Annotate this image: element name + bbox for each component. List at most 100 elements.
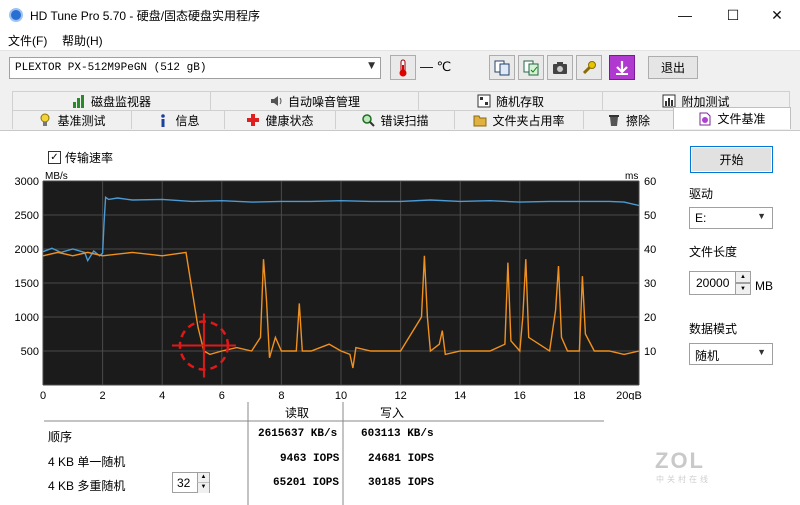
y-left-tick-label: 1500: [15, 278, 39, 290]
file-length-stepper[interactable]: ▲ ▼: [735, 271, 751, 295]
screenshot-button[interactable]: [547, 55, 573, 80]
tab-error-scan[interactable]: 错误扫描: [335, 110, 455, 129]
folder-icon: [473, 115, 487, 127]
copy-all-button[interactable]: [518, 55, 544, 80]
chevron-down-icon: ▼: [757, 347, 766, 357]
chevron-down-icon: ▼: [757, 211, 766, 221]
start-button[interactable]: 开始: [690, 146, 773, 173]
tab-disk-monitor[interactable]: 磁盘监视器: [12, 91, 211, 110]
checkbox-label: 传输速率: [65, 151, 114, 165]
right-axis-unit: ms: [625, 171, 638, 182]
sequential-write-value: 603113 KB/s: [361, 428, 434, 440]
x-tick-label: 10: [335, 390, 347, 400]
health-cross-icon: [247, 114, 260, 126]
options-button[interactable]: [576, 55, 602, 80]
file-benchmark-icon: [699, 112, 711, 125]
sequential-read-value: 2615637 KB/s: [258, 428, 338, 440]
y-left-tick-label: 500: [21, 346, 39, 358]
tab-label: 信息: [175, 113, 200, 128]
menu-help[interactable]: 帮助(H): [62, 32, 103, 49]
tab-label: 随机存取: [495, 94, 544, 109]
y-right-tick-label: 10: [644, 346, 656, 358]
title-bar: HD Tune Pro 5.70 - 硬盘/固态硬盘实用程序 — ☐ ✕: [0, 0, 800, 30]
checkbox-box[interactable]: ✓: [48, 151, 61, 164]
x-tick-label: 12: [394, 390, 406, 400]
4kb-multiple-write-value: 30185 IOPS: [368, 477, 435, 489]
x-tick-label: 4: [159, 390, 165, 400]
data-mode-label: 数据模式: [689, 322, 738, 336]
thermometer-icon: [399, 59, 407, 76]
x-tick-label: 6: [219, 390, 225, 400]
chevron-down-icon: ▼: [368, 61, 375, 71]
tab-health[interactable]: 健康状态: [224, 110, 336, 129]
maximize-button[interactable]: ☐: [710, 0, 756, 30]
copy-all-icon: [523, 60, 539, 75]
save-button[interactable]: [609, 55, 635, 80]
exit-button[interactable]: 退出: [648, 56, 698, 79]
tab-label: 基准测试: [57, 113, 106, 128]
drive-label: 驱动: [689, 187, 714, 201]
temperature-button[interactable]: [390, 55, 416, 80]
stepper-down-arrow-icon[interactable]: ▼: [735, 283, 751, 295]
trash-icon: [608, 115, 619, 126]
bar-chart-icon: [72, 95, 84, 108]
x-tick-label: 16: [514, 390, 526, 400]
tab-label: 擦除: [625, 113, 650, 128]
row-label-4kb-multiple: 4 KB 多重随机: [48, 479, 126, 493]
magnifier-icon: [362, 114, 376, 127]
menu-file[interactable]: 文件(F): [8, 32, 47, 49]
tab-info[interactable]: 信息: [131, 110, 225, 129]
stepper-down-arrow-icon[interactable]: ▼: [197, 483, 209, 493]
tab-label: 错误扫描: [380, 113, 429, 128]
drive-select[interactable]: PLEXTOR PX-512M9PeGN (512 gB) ▼: [9, 57, 381, 79]
data-mode-value: 随机: [695, 349, 720, 363]
write-header: 写入: [380, 406, 405, 420]
row-label-4kb-single: 4 KB 单一随机: [48, 455, 126, 469]
y-left-tick-label: 1000: [15, 312, 39, 324]
data-mode-select[interactable]: 随机 ▼: [689, 343, 773, 365]
read-header: 读取: [285, 406, 310, 420]
copy-text-button[interactable]: [489, 55, 515, 80]
tab-label: 文件夹占用率: [492, 113, 565, 128]
queue-depth-value: 32: [177, 476, 191, 490]
tab-random-access[interactable]: 随机存取: [418, 91, 603, 110]
queue-depth-stepper[interactable]: 32 ▲ ▼: [172, 472, 210, 493]
stepper-up-arrow-icon[interactable]: ▲: [735, 271, 751, 283]
tab-file-benchmark[interactable]: 文件基准: [673, 107, 791, 129]
drive-letter-value: E:: [695, 211, 707, 225]
copy-icon: [494, 60, 510, 75]
x-tick-label: 18: [573, 390, 585, 400]
tab-label: 自动噪音管理: [287, 94, 360, 109]
tab-label: 磁盘监视器: [90, 94, 151, 109]
tab-label: 健康状态: [265, 113, 314, 128]
x-tick-label: 0: [40, 390, 46, 400]
y-right-tick-label: 30: [644, 278, 656, 290]
close-button[interactable]: ✕: [754, 0, 800, 30]
app-icon: [9, 8, 23, 22]
tab-folder-usage[interactable]: 文件夹占用率: [454, 110, 584, 129]
benchmark-chart: MB/s ms3000250020001500100050060504030201…: [15, 171, 657, 400]
speaker-icon: [270, 96, 282, 106]
camera-icon: [553, 61, 567, 74]
random-access-icon: [477, 94, 491, 108]
info-icon: [161, 114, 166, 127]
drive-letter-select[interactable]: E: ▼: [689, 207, 773, 229]
stepper-up-arrow-icon[interactable]: ▲: [197, 473, 209, 483]
transfer-rate-checkbox[interactable]: ✓ 传输速率: [48, 149, 113, 166]
minimize-button[interactable]: —: [662, 0, 708, 30]
tab-noise-management[interactable]: 自动噪音管理: [210, 91, 419, 110]
y-right-tick-label: 50: [644, 210, 656, 222]
tab-label: 文件基准: [717, 112, 766, 126]
tab-benchmark[interactable]: 基准测试: [12, 110, 132, 129]
tab-erase[interactable]: 擦除: [583, 110, 674, 129]
y-right-tick-label: 40: [644, 244, 656, 256]
row-label-sequential: 顺序: [48, 430, 73, 444]
drive-select-value: PLEXTOR PX-512M9PeGN (512 gB): [15, 62, 207, 74]
x-tick-label: 8: [278, 390, 284, 400]
file-length-label: 文件长度: [689, 245, 738, 259]
wrench-icon: [582, 60, 596, 74]
y-left-tick-label: 2000: [15, 244, 39, 256]
extra-tests-icon: [662, 94, 676, 108]
menu-bar: 文件(F) 帮助(H): [0, 30, 800, 50]
temperature-value: — ℃: [420, 59, 452, 74]
